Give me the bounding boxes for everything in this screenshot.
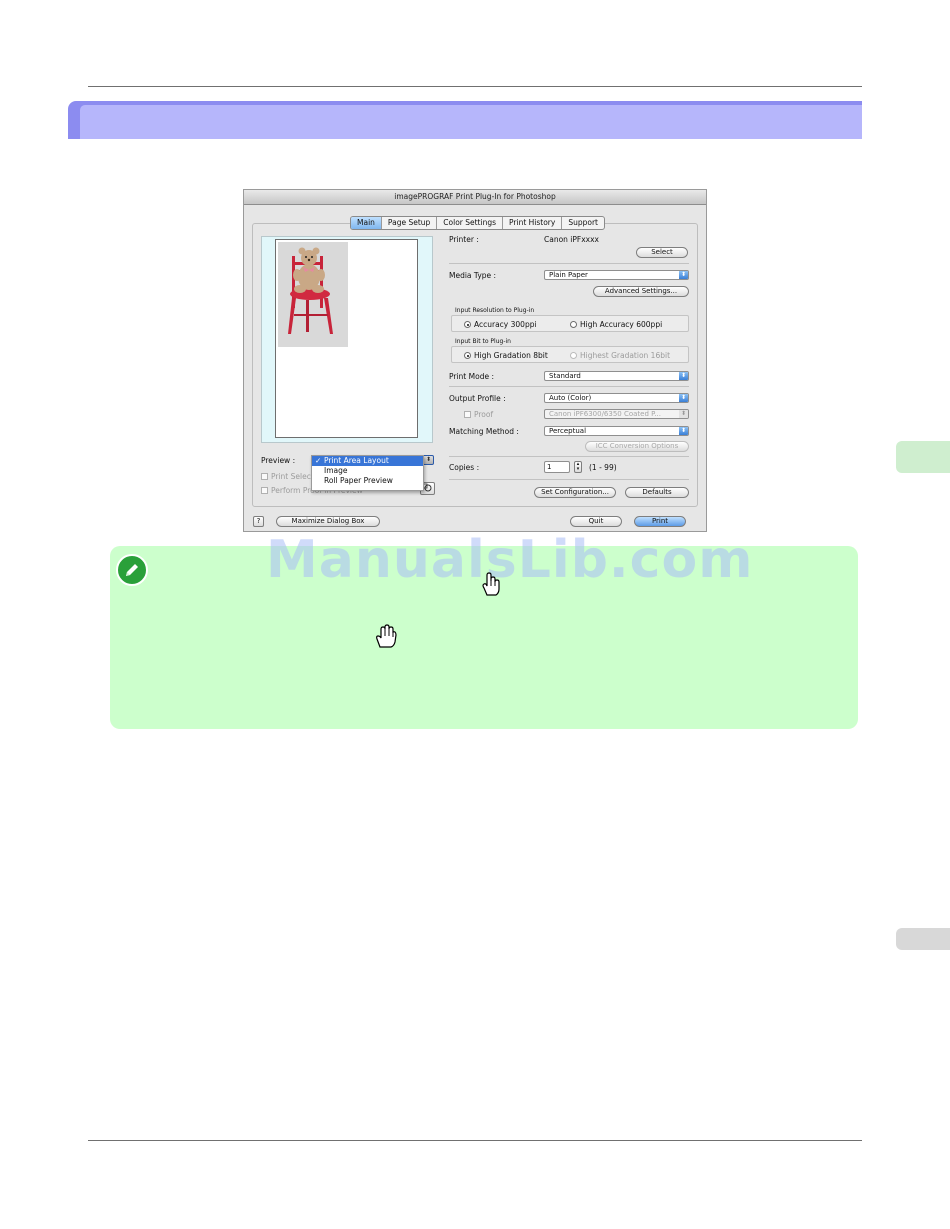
bit-16-label: Highest Gradation 16bit (580, 351, 671, 360)
tab-bar: Main Page Setup Color Settings Print His… (350, 216, 605, 230)
bit-8-label: High Gradation 8bit (474, 351, 548, 360)
bit-8-radio[interactable] (464, 352, 471, 359)
output-profile-select[interactable]: Auto (Color) ⬍ (544, 393, 689, 403)
select-printer-button[interactable]: Select (636, 247, 688, 258)
proof-label: Proof (474, 410, 494, 419)
maximize-dialog-button[interactable]: Maximize Dialog Box (276, 516, 380, 527)
quit-button[interactable]: Quit (570, 516, 622, 527)
res-300-radio[interactable] (464, 321, 471, 328)
matching-method-select[interactable]: Perceptual ⬍ (544, 426, 689, 436)
section-heading-bar (68, 101, 862, 139)
output-profile-label: Output Profile : (449, 394, 506, 403)
hand-pointer-icon (482, 572, 500, 596)
printer-label: Printer : (449, 235, 479, 244)
dialog-title: imagePROGRAF Print Plug-In for Photoshop (244, 190, 706, 205)
tab-page-setup[interactable]: Page Setup (382, 217, 438, 229)
preview-option-roll-paper[interactable]: Roll Paper Preview (312, 476, 423, 486)
hand-grab-icon (376, 624, 397, 648)
copies-range: (1 - 99) (589, 463, 617, 472)
layout-preview (261, 236, 433, 443)
note-pencil-icon (116, 554, 148, 586)
matching-method-label: Matching Method : (449, 427, 519, 436)
matching-method-value: Perceptual (549, 427, 587, 435)
bottom-rule (88, 1140, 862, 1141)
tab-color-settings[interactable]: Color Settings (437, 217, 504, 229)
preview-option-print-area-layout[interactable]: ✓ Print Area Layout (312, 456, 423, 466)
res-300-label: Accuracy 300ppi (474, 320, 537, 329)
media-type-label: Media Type : (449, 271, 497, 280)
copies-label: Copies : (449, 463, 480, 472)
print-selected-checkbox[interactable] (261, 473, 268, 480)
preview-dropdown-menu: ✓ Print Area Layout Image Roll Paper Pre… (311, 455, 424, 491)
print-mode-select[interactable]: Standard ⬍ (544, 371, 689, 381)
bit-16-radio[interactable] (570, 352, 577, 359)
printer-value: Canon iPFxxxx (544, 235, 599, 244)
defaults-button[interactable]: Defaults (625, 487, 689, 498)
tab-support[interactable]: Support (562, 217, 604, 229)
perform-proof-checkbox[interactable] (261, 487, 268, 494)
preview-page (275, 239, 418, 438)
print-mode-label: Print Mode : (449, 372, 494, 381)
section-side-tab[interactable] (896, 928, 950, 950)
watermark: ManualsLib.com (266, 530, 754, 590)
set-configuration-button[interactable]: Set Configuration... (534, 487, 616, 498)
help-button[interactable]: ? (253, 516, 264, 527)
res-600-radio[interactable] (570, 321, 577, 328)
copies-stepper[interactable]: ▴ ▾ (574, 461, 582, 473)
copies-input[interactable]: 1 (544, 461, 570, 473)
preview-label: Preview : (261, 456, 296, 465)
advanced-settings-button[interactable]: Advanced Settings... (593, 286, 689, 297)
icc-conversion-button[interactable]: ICC Conversion Options (585, 441, 689, 452)
res-600-label: High Accuracy 600ppi (580, 320, 663, 329)
chapter-side-tab[interactable] (896, 441, 950, 473)
proof-profile-value: Canon iPF6300/6350 Coated P... (549, 410, 661, 418)
media-type-value: Plain Paper (549, 271, 588, 279)
top-rule (88, 86, 862, 87)
proof-checkbox[interactable] (464, 411, 471, 418)
teddy-bear-photo (278, 242, 348, 347)
tab-print-history[interactable]: Print History (503, 217, 563, 229)
checkmark-icon: ✓ (315, 456, 322, 465)
preview-option-image[interactable]: Image (312, 466, 423, 476)
tab-main[interactable]: Main (351, 217, 382, 229)
proof-profile-select[interactable]: Canon iPF6300/6350 Coated P... ⬍ (544, 409, 689, 419)
media-type-select[interactable]: Plain Paper ⬍ (544, 270, 689, 280)
output-profile-value: Auto (Color) (549, 394, 592, 402)
print-button[interactable]: Print (634, 516, 686, 527)
print-mode-value: Standard (549, 372, 581, 380)
